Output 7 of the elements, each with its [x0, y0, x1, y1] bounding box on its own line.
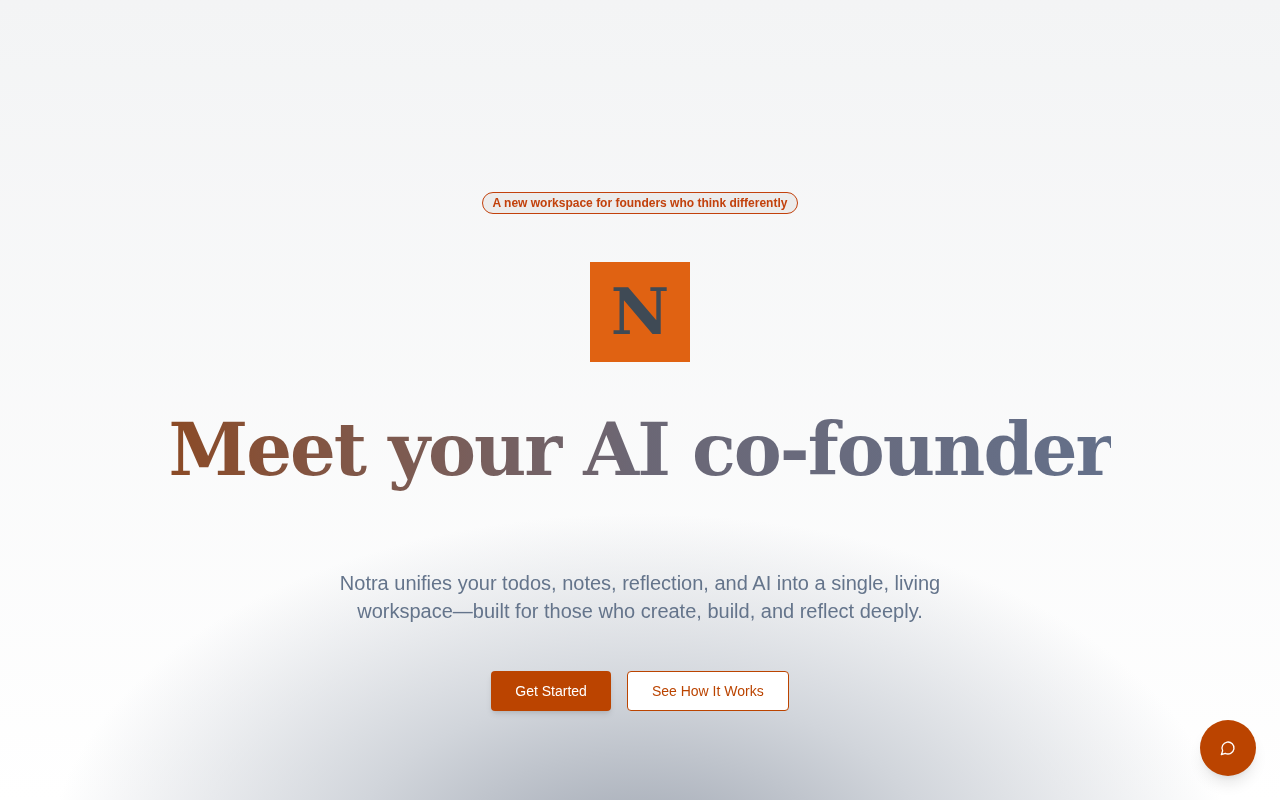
- chat-bubble-icon: [1220, 740, 1236, 756]
- tagline-badge: A new workspace for founders who think differently: [481, 192, 799, 214]
- get-started-button[interactable]: Get Started: [491, 671, 611, 712]
- chat-button[interactable]: [1200, 720, 1256, 776]
- how-it-works-button[interactable]: See How It Works: [626, 671, 789, 712]
- subheadline: Notra unifies your todos, notes, reflection, and AI into a single, living workspace—built for those who create, build, and reflect deeply.: [338, 571, 942, 625]
- logo: N: [590, 262, 690, 362]
